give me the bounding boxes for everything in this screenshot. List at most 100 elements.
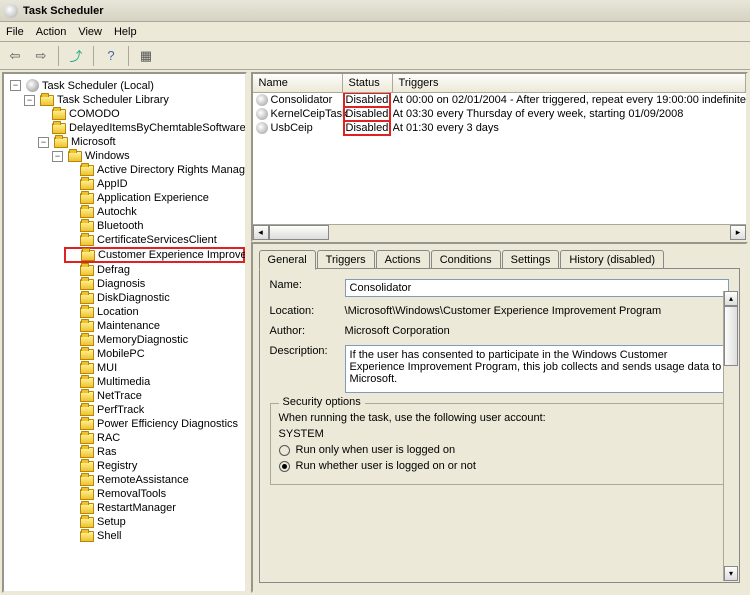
menu-bar: File Action View Help	[0, 22, 750, 42]
table-row[interactable]: KernelCeipTaskDisabledAt 03:30 every Thu…	[253, 107, 746, 121]
folder-icon	[80, 489, 94, 500]
folder-icon	[80, 165, 94, 176]
tree-item[interactable]: DiskDiagnostic	[64, 291, 245, 305]
tree-item[interactable]: Setup	[64, 515, 245, 529]
tree-label: AppID	[97, 178, 128, 190]
menu-view[interactable]: View	[78, 26, 102, 38]
tab-settings[interactable]: Settings	[502, 250, 560, 269]
tab-history[interactable]: History (disabled)	[560, 250, 664, 269]
up-button[interactable]: ⤴	[65, 45, 87, 67]
tree-item[interactable]: Application Experience	[64, 191, 245, 205]
folder-icon	[80, 377, 94, 388]
tree-pane[interactable]: − Task Scheduler (Local) − Task Schedule…	[2, 72, 247, 593]
radio-icon	[279, 445, 290, 456]
radio-run-logged-on[interactable]: Run only when user is logged on	[279, 444, 720, 456]
collapse-icon[interactable]: −	[52, 151, 63, 162]
tree-item-delayed[interactable]: DelayedItemsByChemtableSoftware	[36, 121, 245, 135]
collapse-icon[interactable]: −	[10, 80, 21, 91]
tree-item[interactable]: Maintenance	[64, 319, 245, 333]
tree-item[interactable]: Active Directory Rights Manag	[64, 163, 245, 177]
menu-help[interactable]: Help	[114, 26, 137, 38]
scroll-left-button[interactable]: ◂	[253, 225, 269, 240]
horizontal-scrollbar[interactable]: ◂ ▸	[253, 224, 746, 240]
tree-item[interactable]: Shell	[64, 529, 245, 543]
menu-action[interactable]: Action	[36, 26, 67, 38]
scroll-thumb[interactable]	[724, 306, 738, 366]
scroll-up-button[interactable]: ▴	[724, 291, 738, 306]
tree-item[interactable]: Defrag	[64, 263, 245, 277]
tree-library[interactable]: − Task Scheduler Library	[22, 93, 245, 107]
tree-item[interactable]: Customer Experience Improve	[64, 247, 245, 263]
tree-item[interactable]: Bluetooth	[64, 219, 245, 233]
tree-label: Bluetooth	[97, 220, 143, 232]
tree-root[interactable]: − Task Scheduler (Local)	[8, 78, 245, 93]
tree-item[interactable]: MobilePC	[64, 347, 245, 361]
tree-item-microsoft[interactable]: − Microsoft	[36, 135, 245, 149]
header-triggers[interactable]: Triggers	[393, 74, 746, 92]
cell-name: Consolidator	[271, 94, 333, 106]
tree-label: Shell	[97, 530, 121, 542]
tab-triggers[interactable]: Triggers	[317, 250, 375, 269]
vertical-scrollbar[interactable]: ▴ ▾	[723, 291, 738, 581]
tree-label: MemoryDiagnostic	[97, 334, 188, 346]
table-row[interactable]: UsbCeipDisabledAt 01:30 every 3 days	[253, 121, 746, 135]
scroll-track[interactable]	[329, 225, 730, 240]
description-field[interactable]: If the user has consented to participate…	[345, 345, 729, 393]
header-status[interactable]: Status	[343, 74, 393, 92]
folder-icon	[80, 279, 94, 290]
tree-label: RemoteAssistance	[97, 474, 189, 486]
scroll-track[interactable]	[724, 306, 738, 566]
tree-label: COMODO	[69, 108, 120, 120]
tree-item[interactable]: MUI	[64, 361, 245, 375]
tree-item[interactable]: Diagnosis	[64, 277, 245, 291]
tree-item[interactable]: Power Efficiency Diagnostics	[64, 417, 245, 431]
tree-label: PerfTrack	[97, 404, 144, 416]
scroll-right-button[interactable]: ▸	[730, 225, 746, 240]
tree-item[interactable]: Location	[64, 305, 245, 319]
separator	[128, 46, 129, 66]
tree-item[interactable]: PerfTrack	[64, 403, 245, 417]
tree-label: Customer Experience Improve	[98, 249, 247, 261]
tree-item[interactable]: CertificateServicesClient	[64, 233, 245, 247]
header-name[interactable]: Name	[253, 74, 343, 92]
tree-label: MobilePC	[97, 348, 145, 360]
menu-file[interactable]: File	[6, 26, 24, 38]
scroll-thumb[interactable]	[269, 225, 329, 240]
tree-item[interactable]: Multimedia	[64, 375, 245, 389]
tree-item[interactable]: AppID	[64, 177, 245, 191]
refresh-button[interactable]: ▦	[135, 45, 157, 67]
tree-item[interactable]: Autochk	[64, 205, 245, 219]
back-button[interactable]: ⇦	[4, 45, 26, 67]
folder-icon	[80, 517, 94, 528]
tree-label: Windows	[85, 150, 130, 162]
forward-button[interactable]: ⇨	[30, 45, 52, 67]
tree-item[interactable]: RemoteAssistance	[64, 473, 245, 487]
tab-conditions[interactable]: Conditions	[431, 250, 501, 269]
folder-icon	[40, 95, 54, 106]
tree-item[interactable]: NetTrace	[64, 389, 245, 403]
tree-item[interactable]: MemoryDiagnostic	[64, 333, 245, 347]
task-list[interactable]: Name Status Triggers ConsolidatorDisable…	[251, 72, 748, 242]
folder-icon	[80, 235, 94, 246]
help-button[interactable]: ?	[100, 45, 122, 67]
tree-item[interactable]: RAC	[64, 431, 245, 445]
tree-item[interactable]: RemovalTools	[64, 487, 245, 501]
app-icon	[4, 4, 18, 18]
tab-general[interactable]: General	[259, 250, 316, 270]
security-group: Security options When running the task, …	[270, 403, 729, 485]
radio-run-whether[interactable]: Run whether user is logged on or not	[279, 460, 720, 472]
table-row[interactable]: ConsolidatorDisabledAt 00:00 on 02/01/20…	[253, 93, 746, 107]
tree-item-comodo[interactable]: COMODO	[36, 107, 245, 121]
tree-item[interactable]: Registry	[64, 459, 245, 473]
security-prompt: When running the task, use the following…	[279, 412, 720, 424]
collapse-icon[interactable]: −	[24, 95, 35, 106]
tree-item[interactable]: Ras	[64, 445, 245, 459]
description-label: Description:	[270, 345, 345, 357]
collapse-icon[interactable]: −	[38, 137, 49, 148]
name-field[interactable]	[345, 279, 729, 297]
tree-item[interactable]: RestartManager	[64, 501, 245, 515]
tab-actions[interactable]: Actions	[376, 250, 430, 269]
tree-label: DiskDiagnostic	[97, 292, 170, 304]
scroll-down-button[interactable]: ▾	[724, 566, 738, 581]
tree-item-windows[interactable]: − Windows	[50, 149, 245, 163]
